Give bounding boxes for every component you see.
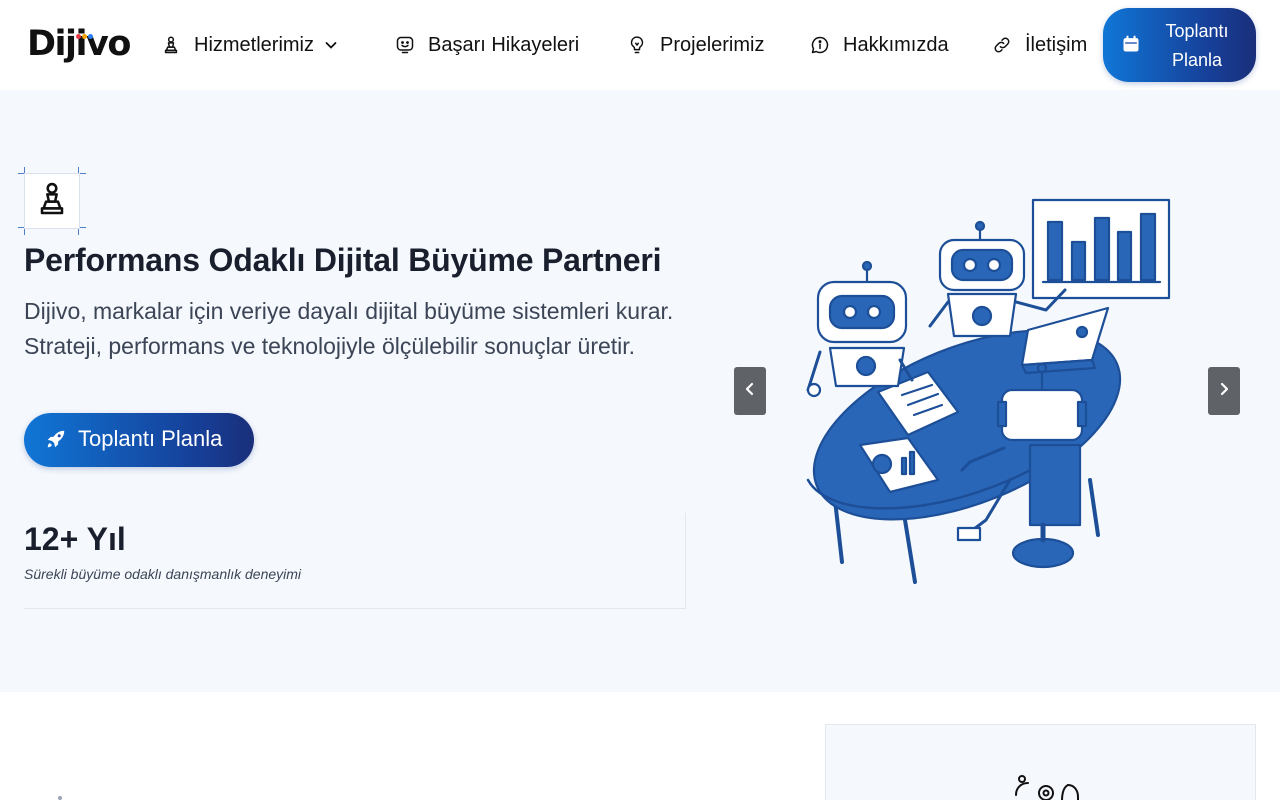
stat-value: 12+ Yıl	[24, 521, 126, 557]
schedule-meeting-label: Toplantı Planla	[1165, 21, 1229, 70]
nav-label: Başarı Hikayeleri	[428, 33, 580, 56]
next-section-card	[825, 724, 1256, 800]
stat-card: 12+ Yıl Sürekli büyüme odaklı danışmanlı…	[24, 513, 686, 609]
chess-pawn-icon	[160, 34, 182, 56]
gears-head-icon	[998, 771, 1088, 800]
stat-text: Sürekli büyüme odaklı danışmanlık deneyi…	[24, 566, 302, 582]
smile-monitor-icon	[394, 34, 416, 56]
info-chat-icon	[809, 34, 831, 56]
hero-description: Dijivo, markalar için veriye dayalı diji…	[24, 298, 674, 359]
hero-cta-label: Toplantı Planla	[78, 426, 223, 451]
nav-item-hakkimizda[interactable]: Hakkımızda	[809, 28, 949, 62]
rocket-icon	[45, 428, 69, 452]
chevron-down-icon	[324, 38, 338, 52]
nav-label: Hakkımızda	[843, 33, 949, 56]
decor-dot	[58, 796, 62, 800]
nav-item-hizmetlerimiz[interactable]: Hizmetlerimiz	[160, 28, 338, 62]
site-header: Dijivo Hizmetlerimiz Başarı Hikayeleri P…	[0, 0, 1280, 90]
carousel-prev-button[interactable]	[734, 367, 766, 415]
carousel-next-button[interactable]	[1208, 367, 1240, 415]
logo-dot	[82, 34, 87, 39]
hero-badge	[24, 173, 80, 229]
chevron-left-icon	[743, 382, 757, 401]
logo-dot	[88, 34, 93, 39]
logo[interactable]: Dijivo	[27, 22, 131, 70]
logo-dot	[76, 34, 81, 39]
nav-label: Hizmetlerimiz	[194, 33, 314, 56]
calendar-icon	[1121, 34, 1143, 56]
hero-title: Performans Odaklı Dijital Büyüme Partner…	[24, 242, 662, 278]
link-icon	[991, 34, 1013, 56]
schedule-meeting-button[interactable]: Toplantı Planla	[1103, 8, 1256, 82]
lightbulb-icon	[626, 34, 648, 56]
nav-item-projelerimiz[interactable]: Projelerimiz	[626, 28, 764, 62]
nav-item-iletisim[interactable]: İletişim	[991, 28, 1087, 62]
chess-pawn-icon	[36, 181, 68, 222]
logo-dots	[76, 26, 94, 44]
robots-meeting-illustration	[806, 198, 1171, 584]
nav-label: Projelerimiz	[660, 33, 765, 56]
chevron-right-icon	[1217, 382, 1231, 401]
nav-label: İletişim	[1025, 33, 1088, 56]
hero-schedule-meeting-button[interactable]: Toplantı Planla	[24, 413, 254, 467]
nav-item-basari-hikayeleri[interactable]: Başarı Hikayeleri	[394, 28, 579, 62]
